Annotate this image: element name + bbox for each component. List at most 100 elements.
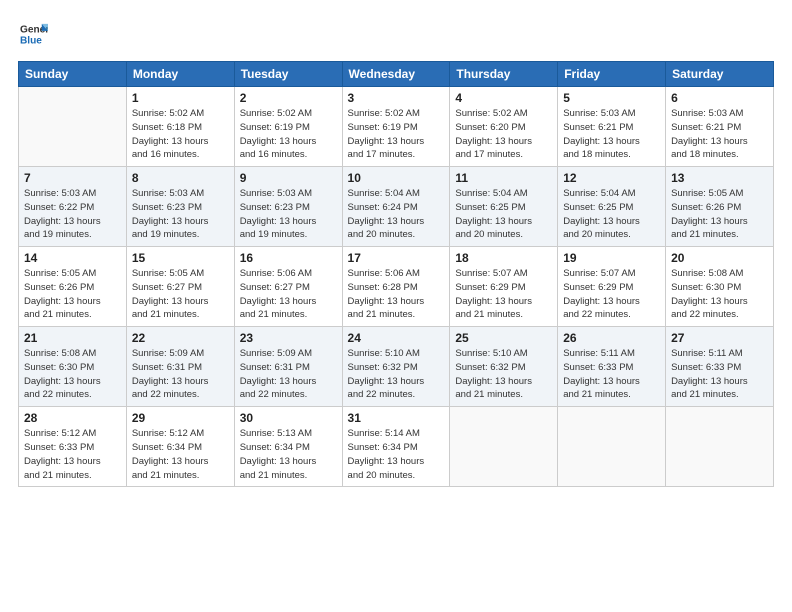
day-info: Sunrise: 5:10 AMSunset: 6:32 PMDaylight:… xyxy=(348,347,445,402)
day-info: Sunrise: 5:12 AMSunset: 6:33 PMDaylight:… xyxy=(24,427,121,482)
day-info: Sunrise: 5:05 AMSunset: 6:26 PMDaylight:… xyxy=(671,187,768,242)
col-header-tuesday: Tuesday xyxy=(234,62,342,87)
calendar-cell: 2 Sunrise: 5:02 AMSunset: 6:19 PMDaylight… xyxy=(234,87,342,167)
calendar-cell: 5 Sunrise: 5:03 AMSunset: 6:21 PMDaylight… xyxy=(558,87,666,167)
day-info: Sunrise: 5:02 AMSunset: 6:19 PMDaylight:… xyxy=(240,107,337,162)
calendar-cell: 27 Sunrise: 5:11 AMSunset: 6:33 PMDayligh… xyxy=(666,327,774,407)
calendar-week-row: 7 Sunrise: 5:03 AMSunset: 6:22 PMDaylight… xyxy=(19,167,774,247)
day-info: Sunrise: 5:04 AMSunset: 6:25 PMDaylight:… xyxy=(563,187,660,242)
day-info: Sunrise: 5:05 AMSunset: 6:26 PMDaylight:… xyxy=(24,267,121,322)
calendar-cell: 8Sunrise: 5:03 AMSunset: 6:23 PMDaylight… xyxy=(126,167,234,247)
calendar-cell: 9 Sunrise: 5:03 AMSunset: 6:23 PMDaylight… xyxy=(234,167,342,247)
day-number: 11 xyxy=(455,171,552,185)
day-number: 13 xyxy=(671,171,768,185)
day-number: 1 xyxy=(132,91,229,105)
day-info: Sunrise: 5:02 AMSunset: 6:19 PMDaylight:… xyxy=(348,107,445,162)
calendar-week-row: 21Sunrise: 5:08 AMSunset: 6:30 PMDayligh… xyxy=(19,327,774,407)
calendar-cell: 30 Sunrise: 5:13 AMSunset: 6:34 PMDayligh… xyxy=(234,407,342,487)
calendar-cell: 26Sunrise: 5:11 AMSunset: 6:33 PMDayligh… xyxy=(558,327,666,407)
day-info: Sunrise: 5:07 AMSunset: 6:29 PMDaylight:… xyxy=(563,267,660,322)
day-number: 4 xyxy=(455,91,552,105)
day-number: 24 xyxy=(348,331,445,345)
day-info: Sunrise: 5:11 AMSunset: 6:33 PMDaylight:… xyxy=(671,347,768,402)
day-info: Sunrise: 5:04 AMSunset: 6:25 PMDaylight:… xyxy=(455,187,552,242)
calendar-cell xyxy=(558,407,666,487)
day-number: 9 xyxy=(240,171,337,185)
calendar-cell: 6 Sunrise: 5:03 AMSunset: 6:21 PMDaylight… xyxy=(666,87,774,167)
day-info: Sunrise: 5:03 AMSunset: 6:22 PMDaylight:… xyxy=(24,187,121,242)
day-number: 23 xyxy=(240,331,337,345)
day-info: Sunrise: 5:09 AMSunset: 6:31 PMDaylight:… xyxy=(240,347,337,402)
calendar-cell: 28 Sunrise: 5:12 AMSunset: 6:33 PMDayligh… xyxy=(19,407,127,487)
calendar-cell: 17 Sunrise: 5:06 AMSunset: 6:28 PMDayligh… xyxy=(342,247,450,327)
calendar-cell xyxy=(450,407,558,487)
col-header-sunday: Sunday xyxy=(19,62,127,87)
calendar-cell: 23 Sunrise: 5:09 AMSunset: 6:31 PMDayligh… xyxy=(234,327,342,407)
calendar-cell: 11 Sunrise: 5:04 AMSunset: 6:25 PMDayligh… xyxy=(450,167,558,247)
calendar-cell: 24 Sunrise: 5:10 AMSunset: 6:32 PMDayligh… xyxy=(342,327,450,407)
day-number: 2 xyxy=(240,91,337,105)
calendar-week-row: 28 Sunrise: 5:12 AMSunset: 6:33 PMDayligh… xyxy=(19,407,774,487)
calendar-cell: 18Sunrise: 5:07 AMSunset: 6:29 PMDayligh… xyxy=(450,247,558,327)
day-info: Sunrise: 5:03 AMSunset: 6:21 PMDaylight:… xyxy=(671,107,768,162)
day-info: Sunrise: 5:09 AMSunset: 6:31 PMDaylight:… xyxy=(132,347,229,402)
day-number: 28 xyxy=(24,411,121,425)
day-info: Sunrise: 5:04 AMSunset: 6:24 PMDaylight:… xyxy=(348,187,445,242)
day-number: 16 xyxy=(240,251,337,265)
day-info: Sunrise: 5:02 AMSunset: 6:18 PMDaylight:… xyxy=(132,107,229,162)
calendar-cell: 13 Sunrise: 5:05 AMSunset: 6:26 PMDayligh… xyxy=(666,167,774,247)
calendar-cell: 29 Sunrise: 5:12 AMSunset: 6:34 PMDayligh… xyxy=(126,407,234,487)
day-number: 8 xyxy=(132,171,229,185)
day-number: 21 xyxy=(24,331,121,345)
calendar-cell xyxy=(19,87,127,167)
day-number: 17 xyxy=(348,251,445,265)
day-number: 27 xyxy=(671,331,768,345)
calendar-page: General Blue SundayMondayTuesdayWednesda… xyxy=(0,0,792,612)
day-number: 19 xyxy=(563,251,660,265)
calendar-cell: 19 Sunrise: 5:07 AMSunset: 6:29 PMDayligh… xyxy=(558,247,666,327)
day-number: 29 xyxy=(132,411,229,425)
day-number: 25 xyxy=(455,331,552,345)
day-number: 15 xyxy=(132,251,229,265)
day-info: Sunrise: 5:02 AMSunset: 6:20 PMDaylight:… xyxy=(455,107,552,162)
calendar-cell: 3Sunrise: 5:02 AMSunset: 6:19 PMDaylight… xyxy=(342,87,450,167)
day-info: Sunrise: 5:03 AMSunset: 6:23 PMDaylight:… xyxy=(240,187,337,242)
day-number: 7 xyxy=(24,171,121,185)
col-header-saturday: Saturday xyxy=(666,62,774,87)
calendar-cell: 15 Sunrise: 5:05 AMSunset: 6:27 PMDayligh… xyxy=(126,247,234,327)
calendar-cell: 21Sunrise: 5:08 AMSunset: 6:30 PMDayligh… xyxy=(19,327,127,407)
day-number: 31 xyxy=(348,411,445,425)
calendar-table: SundayMondayTuesdayWednesdayThursdayFrid… xyxy=(18,61,774,487)
header-row: SundayMondayTuesdayWednesdayThursdayFrid… xyxy=(19,62,774,87)
col-header-friday: Friday xyxy=(558,62,666,87)
day-info: Sunrise: 5:06 AMSunset: 6:27 PMDaylight:… xyxy=(240,267,337,322)
calendar-cell: 25 Sunrise: 5:10 AMSunset: 6:32 PMDayligh… xyxy=(450,327,558,407)
day-number: 30 xyxy=(240,411,337,425)
day-info: Sunrise: 5:05 AMSunset: 6:27 PMDaylight:… xyxy=(132,267,229,322)
calendar-cell: 31Sunrise: 5:14 AMSunset: 6:34 PMDayligh… xyxy=(342,407,450,487)
calendar-cell: 4 Sunrise: 5:02 AMSunset: 6:20 PMDaylight… xyxy=(450,87,558,167)
calendar-cell: 10Sunrise: 5:04 AMSunset: 6:24 PMDayligh… xyxy=(342,167,450,247)
calendar-cell xyxy=(666,407,774,487)
day-info: Sunrise: 5:13 AMSunset: 6:34 PMDaylight:… xyxy=(240,427,337,482)
day-number: 12 xyxy=(563,171,660,185)
calendar-cell: 7 Sunrise: 5:03 AMSunset: 6:22 PMDaylight… xyxy=(19,167,127,247)
calendar-cell: 22 Sunrise: 5:09 AMSunset: 6:31 PMDayligh… xyxy=(126,327,234,407)
calendar-cell: 20Sunrise: 5:08 AMSunset: 6:30 PMDayligh… xyxy=(666,247,774,327)
day-number: 20 xyxy=(671,251,768,265)
col-header-wednesday: Wednesday xyxy=(342,62,450,87)
day-info: Sunrise: 5:12 AMSunset: 6:34 PMDaylight:… xyxy=(132,427,229,482)
col-header-monday: Monday xyxy=(126,62,234,87)
svg-text:Blue: Blue xyxy=(20,35,42,46)
day-info: Sunrise: 5:03 AMSunset: 6:21 PMDaylight:… xyxy=(563,107,660,162)
day-info: Sunrise: 5:11 AMSunset: 6:33 PMDaylight:… xyxy=(563,347,660,402)
logo-icon: General Blue xyxy=(20,20,48,48)
calendar-week-row: 1 Sunrise: 5:02 AMSunset: 6:18 PMDaylight… xyxy=(19,87,774,167)
day-info: Sunrise: 5:10 AMSunset: 6:32 PMDaylight:… xyxy=(455,347,552,402)
day-number: 18 xyxy=(455,251,552,265)
day-number: 5 xyxy=(563,91,660,105)
day-number: 6 xyxy=(671,91,768,105)
day-number: 22 xyxy=(132,331,229,345)
day-info: Sunrise: 5:06 AMSunset: 6:28 PMDaylight:… xyxy=(348,267,445,322)
calendar-cell: 1 Sunrise: 5:02 AMSunset: 6:18 PMDaylight… xyxy=(126,87,234,167)
